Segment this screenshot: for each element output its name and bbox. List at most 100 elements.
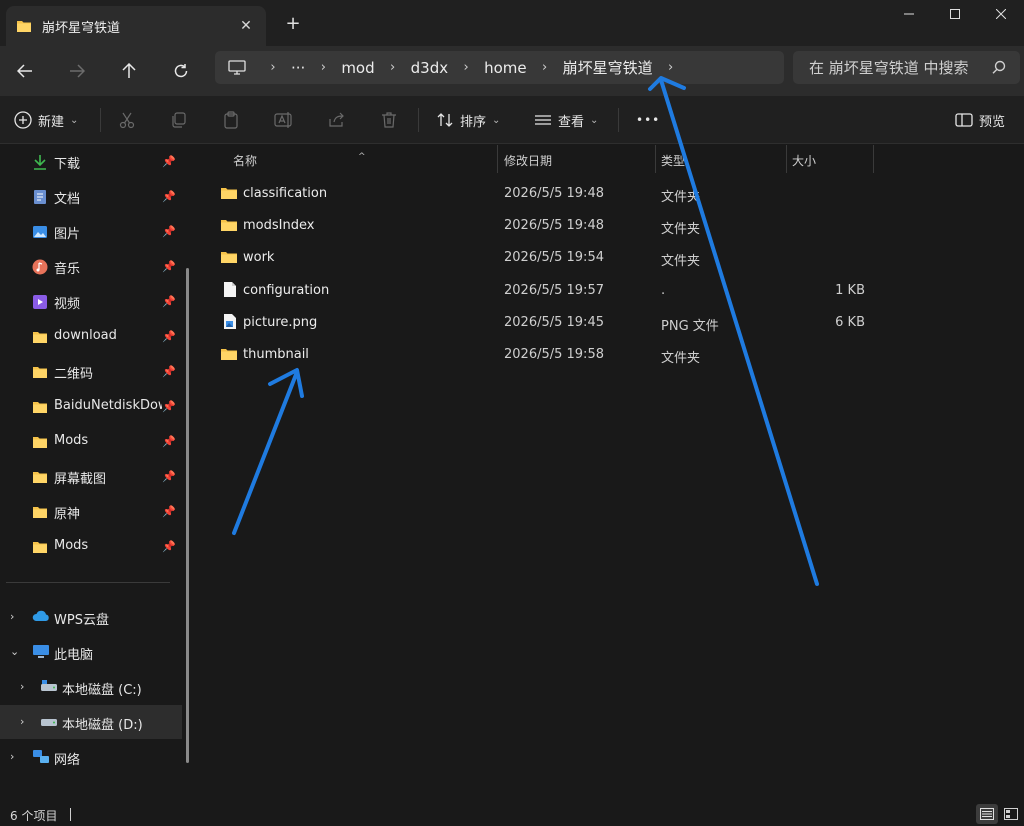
share-button[interactable]	[328, 108, 346, 132]
tab-current[interactable]: 崩坏星穹铁道 ✕	[6, 6, 266, 46]
preview-button[interactable]: 预览	[955, 108, 1005, 132]
breadcrumb-d3dx[interactable]: d3dx	[407, 59, 452, 77]
minimize-icon[interactable]	[886, 0, 932, 28]
sidebar-item-downloads[interactable]: 下载 📌	[0, 147, 182, 177]
sidebar-item-network[interactable]: › 网络	[0, 740, 182, 774]
column-header-name[interactable]: 名称 ^	[200, 145, 498, 173]
file-modified: 2026/5/5 19:48	[504, 218, 604, 233]
sidebar-item-baidunetdisk[interactable]: BaiduNetdiskDownload 📌	[0, 392, 182, 422]
pin-icon[interactable]: 📌	[162, 435, 176, 448]
chevron-right-icon[interactable]: ›	[531, 51, 559, 84]
chevron-right-icon[interactable]: ›	[20, 715, 24, 728]
title-bar: 崩坏星穹铁道 ✕ +	[0, 0, 1024, 46]
folder-icon	[221, 220, 237, 231]
pin-icon[interactable]: 📌	[162, 540, 176, 553]
music-icon	[32, 259, 48, 275]
pin-icon[interactable]: 📌	[162, 155, 176, 168]
chevron-right-icon[interactable]: ›	[10, 750, 14, 763]
sidebar-item-videos[interactable]: 视频 📌	[0, 287, 182, 317]
pin-icon[interactable]: 📌	[162, 470, 176, 483]
breadcrumb-more[interactable]: ···	[287, 59, 309, 77]
new-button[interactable]: 新建 ⌄	[14, 108, 78, 132]
chevron-right-icon[interactable]: ›	[10, 610, 14, 623]
up-button[interactable]	[114, 56, 144, 86]
file-row[interactable]: thumbnail 2026/5/5 19:58 文件夹	[200, 339, 1024, 371]
details-view-button[interactable]	[976, 804, 998, 824]
chevron-right-icon[interactable]: ›	[379, 51, 407, 84]
breadcrumb-mod[interactable]: mod	[337, 59, 378, 77]
chevron-right-icon[interactable]: ›	[309, 51, 337, 84]
sidebar-item-genshin[interactable]: 原神 📌	[0, 497, 182, 527]
file-row[interactable]: work 2026/5/5 19:54 文件夹	[200, 242, 1024, 274]
close-window-icon[interactable]	[978, 0, 1024, 28]
file-name: modsIndex	[243, 218, 315, 233]
more-options-button[interactable]: •••	[636, 108, 660, 132]
sidebar-item-drive-c[interactable]: › 本地磁盘 (C:)	[0, 670, 182, 704]
paste-button[interactable]	[222, 108, 240, 132]
arrow-left-icon	[17, 64, 32, 78]
computer-icon[interactable]	[215, 51, 259, 84]
breadcrumb-current[interactable]: 崩坏星穹铁道	[559, 57, 657, 78]
file-row[interactable]: classification 2026/5/5 19:48 文件夹	[200, 178, 1024, 210]
sidebar-item-music[interactable]: 音乐 📌	[0, 252, 182, 282]
pin-icon[interactable]: 📌	[162, 295, 176, 308]
file-row[interactable]: configuration 2026/5/5 19:57 . 1 KB	[200, 275, 1024, 307]
file-modified: 2026/5/5 19:45	[504, 315, 604, 330]
refresh-button[interactable]	[166, 56, 196, 86]
back-button[interactable]	[10, 56, 40, 86]
chevron-down-icon[interactable]: ⌄	[10, 645, 19, 658]
sort-button[interactable]: 排序 ⌄	[436, 108, 500, 132]
file-row[interactable]: picture.png 2026/5/5 19:45 PNG 文件 6 KB	[200, 307, 1024, 339]
sidebar-item-qrcode[interactable]: 二维码 📌	[0, 357, 182, 387]
pin-icon[interactable]: 📌	[162, 365, 176, 378]
column-header-label: 类型	[661, 154, 686, 168]
video-icon	[33, 295, 47, 309]
column-header-size[interactable]: 大小	[787, 145, 873, 173]
sidebar-item-mods[interactable]: Mods 📌	[0, 427, 182, 457]
sidebar-item-mods-2[interactable]: Mods 📌	[0, 532, 182, 562]
column-header-type[interactable]: 类型	[656, 145, 786, 173]
chevron-right-icon[interactable]: ›	[259, 51, 287, 84]
chevron-right-icon[interactable]: ›	[452, 51, 480, 84]
sidebar-item-label: Mods	[54, 538, 89, 553]
column-divider[interactable]	[873, 145, 874, 173]
forward-button[interactable]	[62, 56, 92, 86]
sidebar-item-drive-d[interactable]: › 本地磁盘 (D:)	[0, 705, 182, 739]
copy-button[interactable]	[170, 108, 188, 132]
pin-icon[interactable]: 📌	[162, 225, 176, 238]
cloud-icon	[32, 610, 49, 621]
tiles-view-button[interactable]	[1000, 804, 1022, 824]
chevron-right-icon[interactable]: ›	[20, 680, 24, 693]
column-header-modified[interactable]: 修改日期	[498, 145, 655, 173]
pin-icon[interactable]: 📌	[162, 330, 176, 343]
sidebar-item-documents[interactable]: 文档 📌	[0, 182, 182, 212]
new-tab-button[interactable]: +	[282, 13, 304, 35]
sidebar-scrollbar[interactable]	[186, 268, 189, 763]
delete-button[interactable]	[380, 108, 398, 132]
sidebar-item-label: 屏幕截图	[54, 472, 107, 487]
folder-icon	[33, 402, 47, 413]
cut-button[interactable]	[118, 108, 136, 132]
address-bar[interactable]: › ··· › mod › d3dx › home › 崩坏星穹铁道 ›	[215, 51, 784, 84]
search-icon	[992, 60, 1006, 74]
sidebar-item-pictures[interactable]: 图片 📌	[0, 217, 182, 247]
sidebar-item-label: 视频	[54, 297, 81, 312]
tree-item-label: 本地磁盘 (C:)	[62, 683, 142, 698]
chevron-right-icon[interactable]: ›	[657, 51, 685, 84]
sidebar-item-download-folder[interactable]: download 📌	[0, 322, 182, 352]
maximize-icon[interactable]	[932, 0, 978, 28]
close-tab-icon[interactable]: ✕	[236, 16, 256, 36]
pin-icon[interactable]: 📌	[162, 400, 176, 413]
pin-icon[interactable]: 📌	[162, 505, 176, 518]
file-modified: 2026/5/5 19:57	[504, 283, 604, 298]
sidebar-item-screenshots[interactable]: 屏幕截图 📌	[0, 462, 182, 492]
rename-button[interactable]	[274, 108, 294, 132]
sidebar-item-this-pc[interactable]: ⌄ 此电脑	[0, 635, 182, 669]
pin-icon[interactable]: 📌	[162, 260, 176, 273]
view-button[interactable]: 查看 ⌄	[534, 108, 598, 132]
breadcrumb-home[interactable]: home	[480, 59, 531, 77]
file-row[interactable]: modsIndex 2026/5/5 19:48 文件夹	[200, 210, 1024, 242]
pin-icon[interactable]: 📌	[162, 190, 176, 203]
sidebar-item-wps-cloud[interactable]: › WPS云盘	[0, 600, 182, 634]
search-input[interactable]: 在 崩坏星穹铁道 中搜索	[793, 51, 1020, 84]
